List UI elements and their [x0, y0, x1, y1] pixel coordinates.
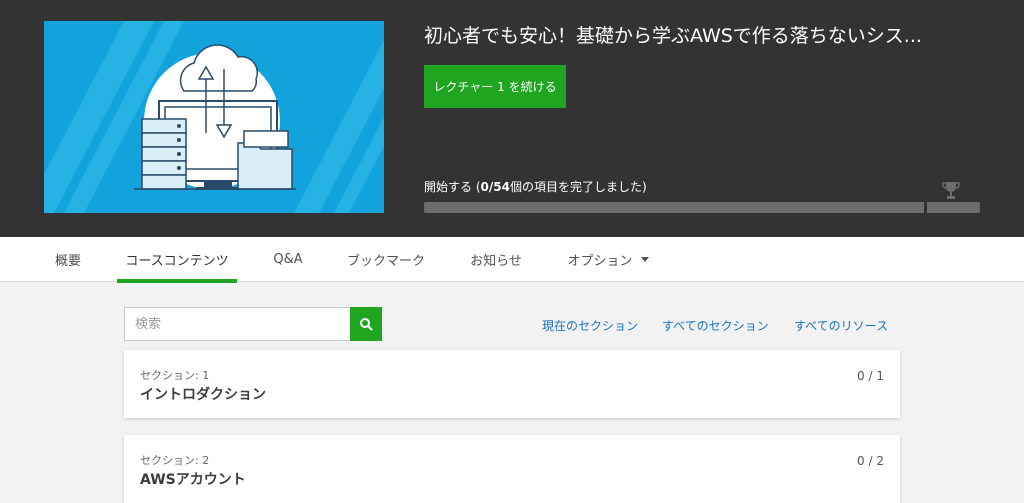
chevron-down-icon	[640, 257, 649, 262]
cloud-computer-illustration-icon	[44, 21, 384, 213]
progress-bar-goal-segment	[927, 202, 980, 213]
current-section-link[interactable]: 現在のセクション	[542, 317, 638, 334]
tab-label: お知らせ	[470, 254, 522, 269]
search-button[interactable]	[350, 307, 382, 341]
tab-label: オプション	[567, 254, 633, 269]
progress-suffix: 個の項目を完了しました)	[509, 180, 647, 194]
all-resources-link[interactable]: すべてのリソース	[794, 317, 888, 334]
tab-options[interactable]: オプション	[560, 237, 656, 282]
tab-announcements[interactable]: お知らせ	[462, 237, 530, 282]
progress-bar	[424, 202, 924, 213]
search-input[interactable]	[124, 307, 350, 341]
section-card[interactable]: セクション: 2 AWSアカウント 0 / 2	[124, 435, 900, 503]
continue-lecture-button[interactable]: レクチャー 1 を続ける	[424, 65, 566, 108]
course-tabs: 概要 コースコンテンツ Q&A ブックマーク お知らせ オプション	[0, 237, 1024, 283]
progress-done-count: 0	[480, 180, 489, 194]
course-title: 初心者でも安心！基礎から学ぶAWSで作る落ちないシス...	[424, 25, 922, 47]
tab-label: 概要	[54, 254, 81, 269]
tab-label: Q&A	[273, 252, 303, 267]
section-progress: 0 / 2	[857, 454, 884, 468]
progress-total-count: 54	[493, 180, 510, 194]
section-progress: 0 / 1	[857, 369, 884, 383]
section-number: セクション: 1	[140, 369, 210, 382]
search-icon	[360, 318, 373, 331]
progress-summary: 開始する (0/54個の項目を完了しました)	[424, 178, 647, 195]
section-card[interactable]: セクション: 1 イントロダクション 0 / 1	[124, 350, 900, 418]
progress-prefix: 開始する (	[424, 180, 481, 194]
tab-label: コースコンテンツ	[125, 254, 229, 269]
section-title: AWSアカウント	[140, 472, 246, 488]
trophy-icon[interactable]	[940, 179, 962, 201]
tab-label: ブックマーク	[346, 254, 425, 269]
tab-overview[interactable]: 概要	[44, 237, 92, 282]
tab-bookmarks[interactable]: ブックマーク	[340, 237, 432, 282]
course-hero-image	[44, 21, 384, 213]
tab-course-content[interactable]: コースコンテンツ	[117, 237, 237, 283]
tab-qa[interactable]: Q&A	[264, 237, 312, 282]
section-title: イントロダクション	[140, 387, 266, 403]
course-header: 初心者でも安心！基礎から学ぶAWSで作る落ちないシス... レクチャー 1 を続…	[0, 0, 1024, 237]
all-sections-link[interactable]: すべてのセクション	[662, 317, 769, 334]
section-number: セクション: 2	[140, 454, 210, 467]
